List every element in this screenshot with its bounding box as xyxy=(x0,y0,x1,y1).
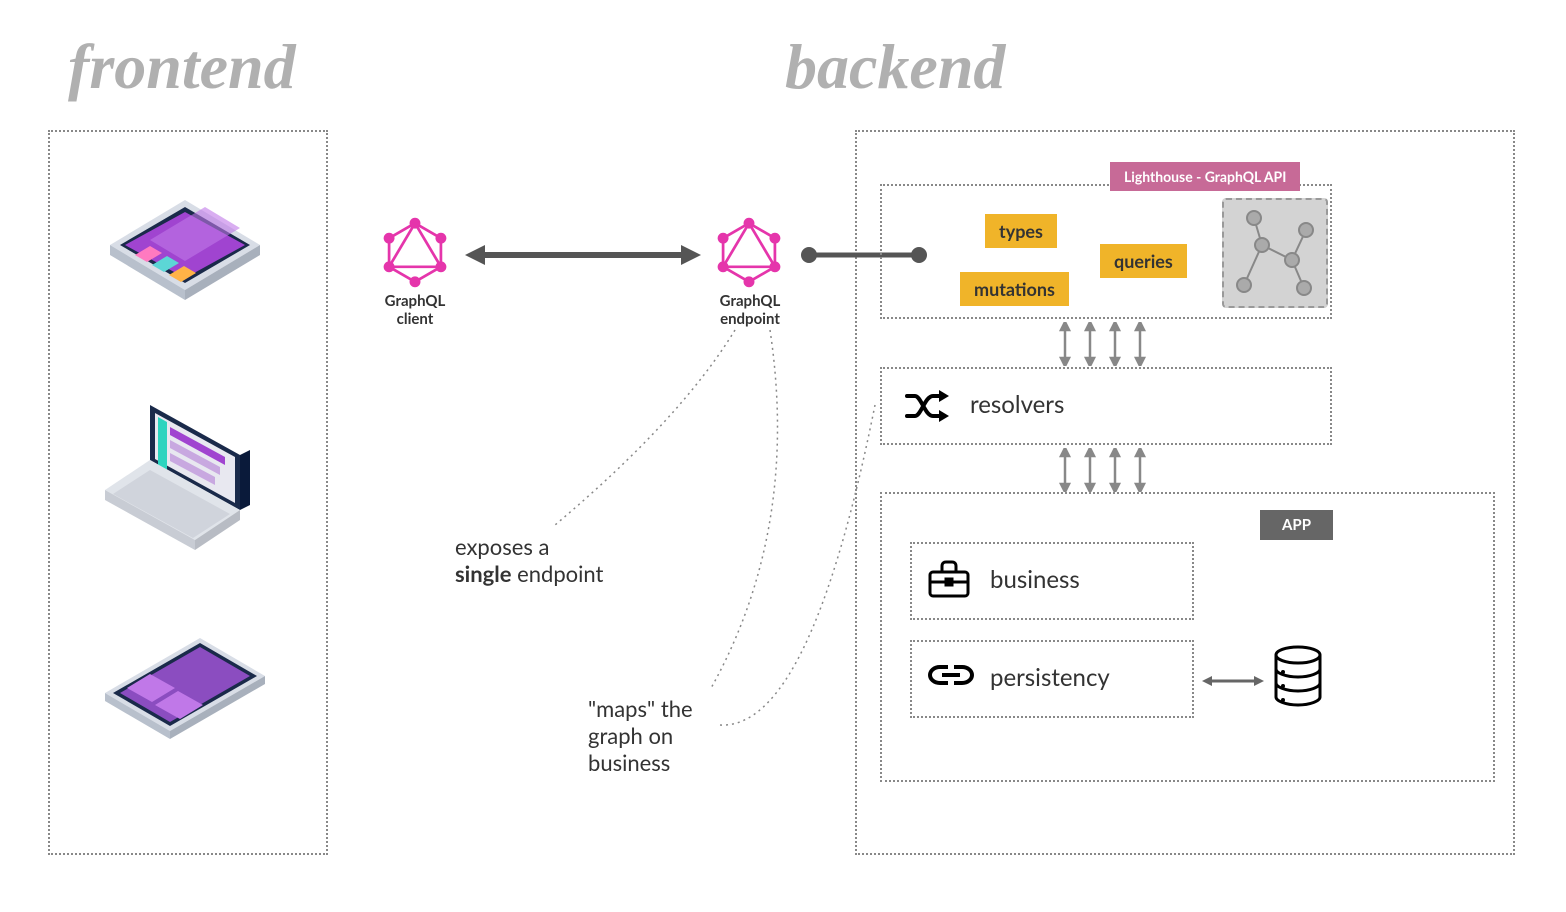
phone-icon xyxy=(90,620,280,754)
app-container xyxy=(880,492,1495,782)
resolvers-label: resolvers xyxy=(970,390,1064,419)
types-tag: types xyxy=(985,214,1057,248)
briefcase-icon xyxy=(928,560,970,602)
db-arrow-icon xyxy=(1202,672,1264,694)
laptop-icon xyxy=(90,390,290,564)
database-icon xyxy=(1272,645,1324,711)
graph-structure-icon xyxy=(1222,198,1328,308)
graphql-client-icon xyxy=(380,215,450,294)
bidirectional-arrow-icon xyxy=(465,240,701,274)
graphql-endpoint-label: GraphQL endpoint xyxy=(705,292,795,328)
annotation-maps: "maps" the graph on business xyxy=(588,695,718,776)
business-label: business xyxy=(990,565,1080,594)
link-icon xyxy=(928,660,974,694)
tablet-icon xyxy=(90,175,280,319)
backend-title: backend xyxy=(785,30,1005,104)
annotation-endpoint: exposes a single endpoint xyxy=(455,533,603,587)
queries-tag: queries xyxy=(1100,244,1187,278)
bidirectional-arrows-2-icon xyxy=(1055,448,1155,496)
bidirectional-arrows-1-icon xyxy=(1055,322,1155,370)
mutations-tag: mutations xyxy=(960,272,1069,306)
frontend-title: frontend xyxy=(68,30,296,104)
persistency-label: persistency xyxy=(990,663,1110,692)
graphql-client-label: GraphQL client xyxy=(370,292,460,328)
shuffle-icon xyxy=(905,388,949,428)
graphql-endpoint-icon xyxy=(714,215,784,294)
lighthouse-label: Lighthouse - GraphQL API xyxy=(1110,162,1300,191)
app-label: APP xyxy=(1260,510,1333,540)
